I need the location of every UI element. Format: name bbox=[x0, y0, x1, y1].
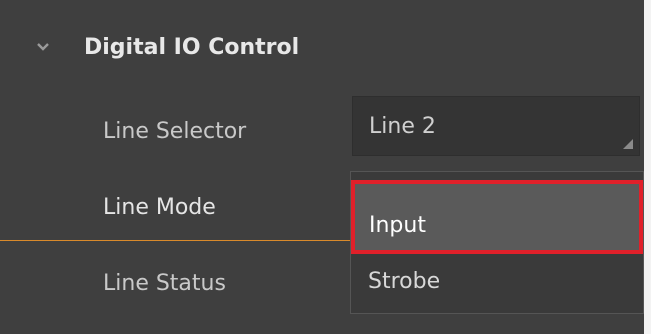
line-status-label: Line Status bbox=[103, 271, 226, 296]
option-strobe[interactable]: Strobe bbox=[351, 268, 643, 296]
properties-panel: Digital IO Control Line Selector Line 2 … bbox=[0, 0, 644, 334]
group-header-digital-io[interactable]: Digital IO Control bbox=[0, 22, 644, 76]
group-title: Digital IO Control bbox=[84, 35, 300, 60]
chevron-down-icon[interactable] bbox=[36, 42, 50, 52]
dropdown-corner-icon bbox=[623, 139, 633, 149]
line-mode-dropdown-list: Input Strobe bbox=[350, 171, 644, 314]
line-mode-label: Line Mode bbox=[103, 195, 216, 220]
row-separator bbox=[0, 240, 352, 241]
window-edge bbox=[644, 0, 651, 334]
line-selector-select[interactable]: Line 2 bbox=[352, 96, 640, 156]
option-input[interactable]: Input bbox=[351, 180, 643, 254]
line-selector-value: Line 2 bbox=[369, 114, 436, 139]
line-selector-label: Line Selector bbox=[103, 119, 247, 144]
